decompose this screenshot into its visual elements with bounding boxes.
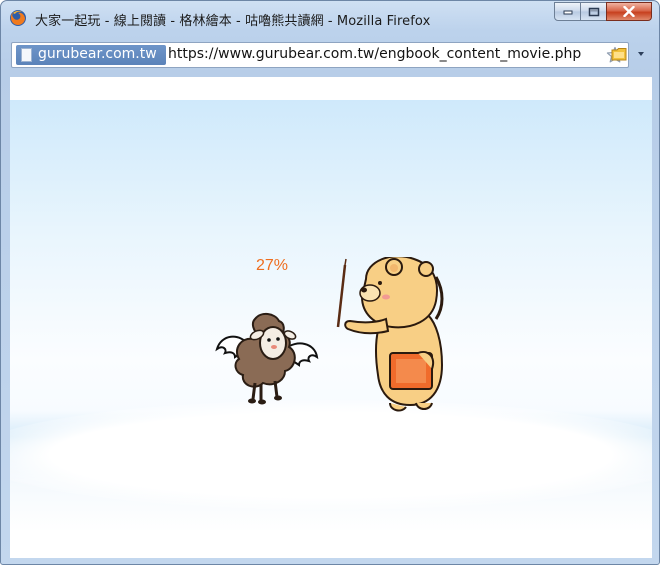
- site-identity-label: gurubear.com.tw: [38, 46, 157, 62]
- movie-stage[interactable]: [10, 100, 652, 532]
- close-icon: [623, 6, 635, 17]
- close-button[interactable]: [606, 2, 652, 21]
- url-input[interactable]: https://www.gurubear.com.tw/engbook_cont…: [168, 46, 583, 62]
- title-bar[interactable]: 大家一起玩 - 線上閱讀 - 格林繪本 - 咕嚕熊共讀網 - Mozilla F…: [1, 1, 659, 37]
- address-bar[interactable]: gurubear.com.tw https://www.gurubear.com…: [11, 42, 629, 68]
- menu-dropdown-icon[interactable]: [638, 52, 644, 56]
- minimize-button[interactable]: [554, 2, 581, 21]
- loading-percent: 27%: [256, 257, 289, 274]
- maximize-icon: [588, 7, 599, 16]
- minimize-icon: [563, 10, 572, 14]
- maximize-button[interactable]: [580, 2, 607, 21]
- angel-sheep-illustration: [215, 313, 319, 405]
- bookmark-folder-icon[interactable]: [611, 47, 627, 61]
- firefox-icon: [10, 10, 26, 26]
- stage-floor: [10, 400, 652, 510]
- site-identity-button[interactable]: gurubear.com.tw: [16, 45, 166, 65]
- teacher-bear-illustration: [336, 257, 444, 412]
- window-title: 大家一起玩 - 線上閱讀 - 格林繪本 - 咕嚕熊共讀網 - Mozilla F…: [35, 14, 431, 29]
- browser-window: 大家一起玩 - 線上閱讀 - 格林繪本 - 咕嚕熊共讀網 - Mozilla F…: [0, 0, 660, 565]
- window-controls: [554, 2, 652, 22]
- page-content: 27%: [10, 77, 652, 558]
- page-icon: [21, 48, 32, 62]
